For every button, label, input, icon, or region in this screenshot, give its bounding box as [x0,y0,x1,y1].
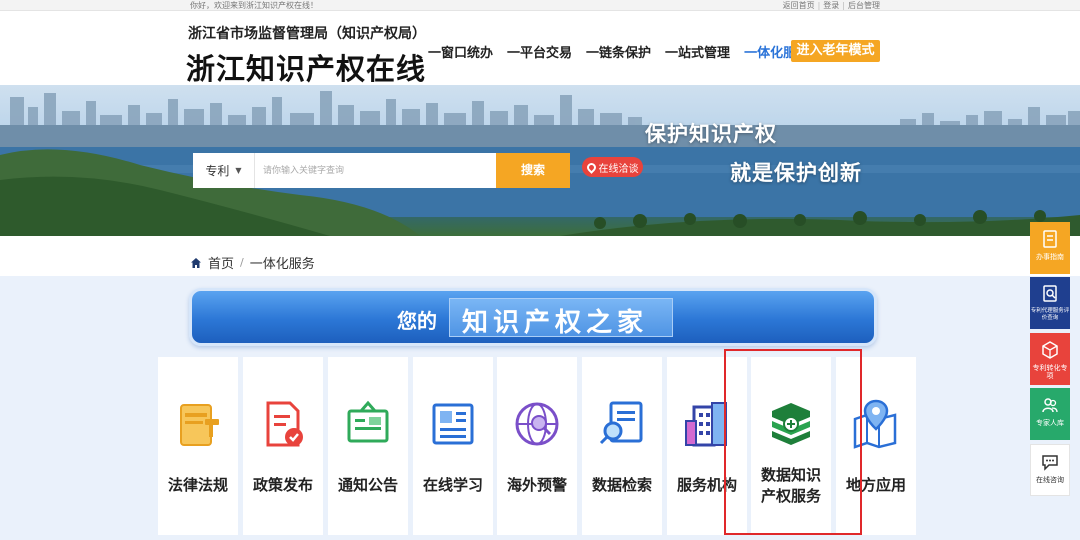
side-tool-agent-query[interactable]: 专利代理服务评价查询 [1030,277,1070,329]
service-label: 数据检索 [591,476,652,494]
nav-item-window[interactable]: 一窗口统办 [428,42,493,61]
chat-icon [1042,455,1058,471]
login-link[interactable]: 登录 [823,1,839,10]
notice-board-icon [347,400,389,443]
side-tool-label: 办事指南 [1036,253,1064,261]
admin-link[interactable]: 后台管理 [848,1,880,10]
nav-item-protection[interactable]: 一链条保护 [586,42,651,61]
section-banner: 您的 知识产权之家 [189,288,877,346]
search-category-value: 专利 [205,164,230,178]
chevron-down-icon: ▼ [235,166,242,175]
org-name: 浙江省市场监督管理局（知识产权局） [188,26,426,42]
nav-item-trading[interactable]: 一平台交易 [507,42,572,61]
expert-icon [1042,398,1058,413]
side-tool-guide[interactable]: 办事指南 [1030,222,1070,274]
top-links: 返回首页 | 登录 | 后台管理 [782,1,880,10]
site-logo-title[interactable]: 浙江知识产权在线 [186,46,426,88]
section-prefix: 您的 [397,309,437,333]
breadcrumb-home[interactable]: 首页 [208,253,234,272]
breadcrumb-separator: / [240,256,244,269]
location-pin-icon [584,160,598,174]
online-learning-icon [432,403,474,445]
policy-document-icon [266,401,303,447]
main-nav: 一窗口统办 一平台交易 一链条保护 一站式管理 一体化服务 [428,42,823,61]
service-card-learning[interactable]: 在线学习 [413,357,493,535]
globe-search-icon [515,402,559,446]
side-tool-expert[interactable]: 专家人库 [1030,388,1070,440]
top-strip: 你好，欢迎来到浙江知识产权在线！ 返回首页 | 登录 | 后台管理 [0,0,1080,11]
breadcrumb-bar: 首页 / 一体化服务 [0,236,1080,276]
service-label: 法律法规 [167,476,228,494]
highlight-annotation [724,349,862,535]
online-consult-label: 在线洽谈 [598,163,639,175]
service-card-policy[interactable]: 政策发布 [243,357,323,535]
service-label: 在线学习 [422,476,483,494]
transfer-icon [1042,341,1058,359]
home-icon [191,257,201,268]
side-tool-chat[interactable]: 在线咨询 [1030,444,1070,496]
side-tool-label: 专利转化专项 [1032,364,1068,380]
data-search-icon [599,401,643,445]
online-consult-button[interactable]: 在线洽谈 [582,157,643,177]
service-label: 政策发布 [252,476,313,494]
breadcrumb-current: 一体化服务 [249,257,315,272]
agent-query-icon [1043,285,1057,302]
home-link[interactable]: 返回首页 [783,1,815,10]
breadcrumb: 首页 / 一体化服务 [190,253,315,272]
service-label: 通知公告 [337,476,398,494]
service-card-notice[interactable]: 通知公告 [328,357,408,535]
banner-slogan-2: 就是保护创新 [730,161,862,185]
law-book-icon [180,404,219,446]
service-card-data-search[interactable]: 数据检索 [582,357,662,535]
service-card-law[interactable]: 法律法规 [158,357,238,535]
nav-item-management[interactable]: 一站式管理 [665,42,730,61]
search-button[interactable]: 搜索 [496,153,570,188]
elder-mode-button[interactable]: 进入老年模式 [791,40,880,62]
guide-icon [1043,230,1057,248]
side-tool-label: 专利代理服务评价查询 [1030,308,1070,321]
side-tool-label: 在线咨询 [1036,476,1064,484]
side-tool-transfer[interactable]: 专利转化专项 [1030,333,1070,385]
section-title: 知识产权之家 [462,308,649,338]
search-category-select[interactable]: 专利 ▼ [193,153,255,188]
site-header: 浙江省市场监督管理局（知识产权局） 浙江知识产权在线 一窗口统办 一平台交易 一… [0,11,1080,88]
side-tool-label: 专家人库 [1036,419,1064,427]
welcome-text: 你好，欢迎来到浙江知识产权在线！ [190,1,318,10]
service-label: 海外预警 [506,476,567,494]
banner-slogan-1: 保护知识产权 [645,122,777,146]
service-card-overseas-alert[interactable]: 海外预警 [497,357,577,535]
